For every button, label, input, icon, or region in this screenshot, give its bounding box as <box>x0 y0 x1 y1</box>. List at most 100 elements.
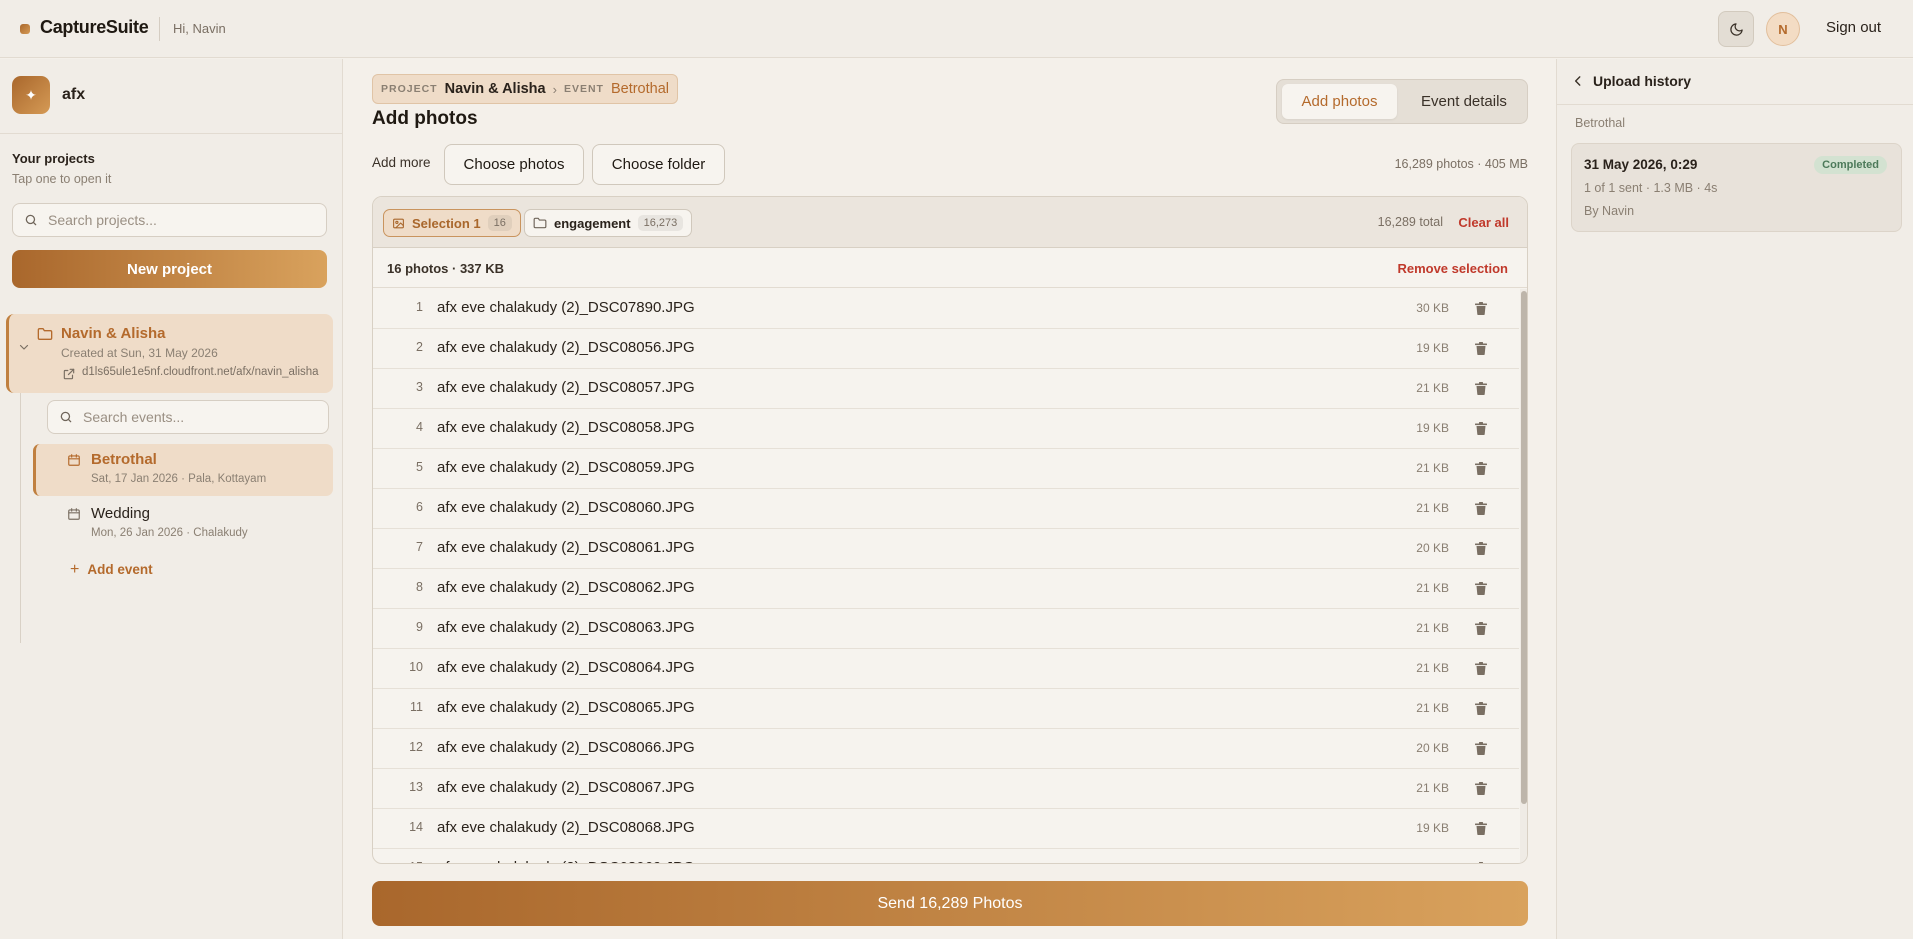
add-event-button[interactable]: + Add event <box>70 561 153 579</box>
file-size: 21 KB <box>1416 461 1449 475</box>
selection-chip[interactable]: Selection 1 16 <box>383 209 521 237</box>
trash-icon[interactable] <box>1475 822 1487 835</box>
selection-summary: 16 photos · 337 KB <box>387 261 505 276</box>
sparkle-icon: ✦ <box>25 86 37 103</box>
external-link-icon[interactable] <box>62 367 76 381</box>
chevron-down-icon[interactable] <box>18 341 30 353</box>
brand-logo-icon <box>20 24 30 34</box>
file-name: afx eve chalakudy (2)_DSC08064.JPG <box>437 659 695 676</box>
remove-selection-button[interactable]: Remove selection <box>1397 261 1508 276</box>
total-count: 16,289 total <box>1377 215 1443 229</box>
row-index: 5 <box>416 460 423 474</box>
breadcrumb-separator-icon: › <box>552 81 557 97</box>
history-date: 31 May 2026, 0:29 <box>1584 157 1698 172</box>
trash-icon[interactable] <box>1475 702 1487 715</box>
project-search-input[interactable] <box>48 212 326 228</box>
trash-icon[interactable] <box>1475 542 1487 555</box>
file-size: 21 KB <box>1416 381 1449 395</box>
trash-icon[interactable] <box>1475 302 1487 315</box>
row-index: 9 <box>416 620 423 634</box>
image-icon <box>393 218 404 228</box>
row-index: 10 <box>409 660 423 674</box>
tab-add-photos[interactable]: Add photos <box>1282 84 1397 119</box>
breadcrumb-project[interactable]: Navin & Alisha <box>445 81 546 97</box>
table-row: 8 afx eve chalakudy (2)_DSC08062.JPG 21 … <box>373 569 1519 609</box>
file-name: afx eve chalakudy (2)_DSC08067.JPG <box>437 779 695 796</box>
brand-name[interactable]: CaptureSuite <box>40 17 149 38</box>
file-size: 19 KB <box>1416 341 1449 355</box>
file-list[interactable]: 1 afx eve chalakudy (2)_DSC07890.JPG 30 … <box>373 289 1519 864</box>
trash-icon[interactable] <box>1475 342 1487 355</box>
chevron-left-icon[interactable] <box>1571 74 1585 88</box>
row-index: 4 <box>416 420 423 434</box>
breadcrumb-project-key: PROJECT <box>381 83 438 95</box>
choose-photos-button[interactable]: Choose photos <box>444 144 584 185</box>
clear-all-button[interactable]: Clear all <box>1458 215 1509 230</box>
history-author: By Navin <box>1584 204 1635 218</box>
greeting: Hi, Navin <box>173 21 226 36</box>
file-size: 21 KB <box>1416 781 1449 795</box>
calendar-icon <box>68 454 80 466</box>
new-project-button[interactable]: New project <box>12 250 327 288</box>
history-entry[interactable]: 31 May 2026, 0:29 Completed 1 of 1 sent … <box>1571 143 1902 232</box>
trash-icon[interactable] <box>1475 862 1487 864</box>
trash-icon[interactable] <box>1475 622 1487 635</box>
choose-folder-button[interactable]: Choose folder <box>592 144 725 185</box>
projects-heading: Your projects <box>12 151 95 166</box>
avatar[interactable]: N <box>1766 12 1800 46</box>
table-row: 11 afx eve chalakudy (2)_DSC08065.JPG 21… <box>373 689 1519 729</box>
file-name: afx eve chalakudy (2)_DSC08060.JPG <box>437 499 695 516</box>
file-name: afx eve chalakudy (2)_DSC08057.JPG <box>437 379 695 396</box>
add-event-label: Add event <box>87 562 153 577</box>
table-row: 1 afx eve chalakudy (2)_DSC07890.JPG 30 … <box>373 289 1519 329</box>
breadcrumb-event[interactable]: Betrothal <box>611 81 669 97</box>
plus-icon: + <box>70 561 80 578</box>
table-row: 5 afx eve chalakudy (2)_DSC08059.JPG 21 … <box>373 449 1519 489</box>
project-gallery-link[interactable]: d1ls65ule1e5nf.cloudfront.net/afx/navin_… <box>82 366 330 378</box>
history-meta: 1 of 1 sent · 1.3 MB · 4s <box>1584 181 1718 195</box>
trash-icon[interactable] <box>1475 582 1487 595</box>
event-search <box>47 400 329 434</box>
breadcrumb-event-key: EVENT <box>563 83 604 95</box>
org-icon[interactable]: ✦ <box>12 76 50 114</box>
projects-subheading: Tap one to open it <box>12 172 112 186</box>
file-size: 19 KB <box>1416 821 1449 835</box>
tab-event-details[interactable]: Event details <box>1405 84 1523 119</box>
search-icon <box>60 411 72 423</box>
file-size: 19 KB <box>1416 421 1449 435</box>
row-index: 6 <box>416 500 423 514</box>
breadcrumb: PROJECT Navin & Alisha › EVENT Betrothal <box>372 74 678 104</box>
project-item[interactable]: Navin & Alisha Created at Sun, 31 May 20… <box>6 314 333 393</box>
theme-toggle-button[interactable] <box>1718 11 1754 47</box>
file-size: 30 KB <box>1416 301 1449 315</box>
trash-icon[interactable] <box>1475 502 1487 515</box>
folder-chip-label: engagement <box>554 215 631 231</box>
send-photos-button[interactable]: Send 16,289 Photos <box>372 881 1528 926</box>
event-search-input[interactable] <box>83 409 328 425</box>
scrollbar-thumb[interactable] <box>1521 291 1527 804</box>
file-name: afx eve chalakudy (2)_DSC08063.JPG <box>437 619 695 636</box>
file-size: 21 KB <box>1416 621 1449 635</box>
trash-icon[interactable] <box>1475 662 1487 675</box>
event-item-wedding[interactable]: Wedding <box>91 505 150 522</box>
trash-icon[interactable] <box>1475 782 1487 795</box>
event-item-betrothal[interactable] <box>33 444 333 496</box>
file-size: 20 KB <box>1416 541 1449 555</box>
upload-summary: 16,289 photos · 405 MB <box>1394 157 1528 171</box>
history-event-name: Betrothal <box>1575 116 1626 130</box>
trash-icon[interactable] <box>1475 462 1487 475</box>
trash-icon[interactable] <box>1475 742 1487 755</box>
top-bar: CaptureSuite Hi, Navin N Sign out <box>0 0 1913 58</box>
upload-history-panel: Upload history Betrothal 31 May 2026, 0:… <box>1556 59 1913 939</box>
table-row: 10 afx eve chalakudy (2)_DSC08064.JPG 21… <box>373 649 1519 689</box>
org-name[interactable]: afx <box>62 86 85 104</box>
row-index: 3 <box>416 380 423 394</box>
trash-icon[interactable] <box>1475 382 1487 395</box>
folder-chip[interactable]: engagement 16,273 <box>524 209 693 237</box>
sign-out-button[interactable]: Sign out <box>1826 19 1881 36</box>
file-size: 21 KB <box>1416 501 1449 515</box>
table-row: 9 afx eve chalakudy (2)_DSC08063.JPG 21 … <box>373 609 1519 649</box>
file-name: afx eve chalakudy (2)_DSC08061.JPG <box>437 539 695 556</box>
file-name: afx eve chalakudy (2)_DSC08069.JPG <box>437 859 695 863</box>
trash-icon[interactable] <box>1475 422 1487 435</box>
